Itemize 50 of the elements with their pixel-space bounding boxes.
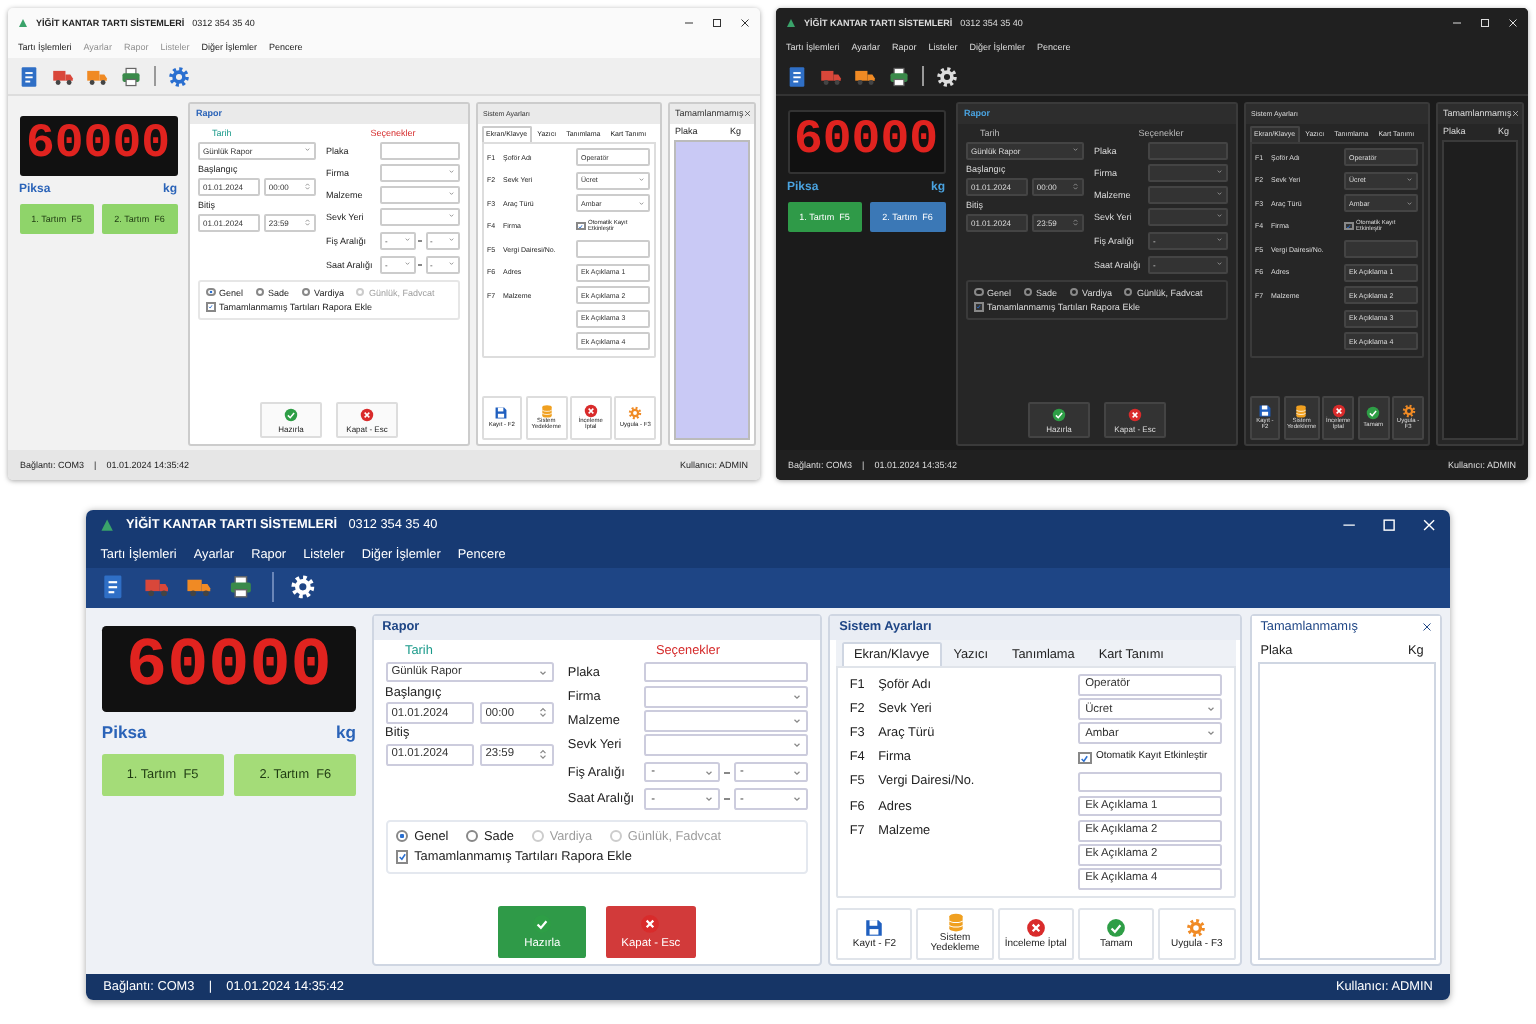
checkbox[interactable] (1344, 221, 1353, 231)
radio-button[interactable] (206, 287, 215, 297)
database-icon (1294, 403, 1309, 418)
app-icon (100, 518, 115, 533)
radio-button[interactable] (465, 829, 479, 843)
radio-button[interactable] (1123, 287, 1133, 297)
x-circle-icon (1331, 403, 1346, 418)
database-icon (539, 403, 554, 418)
radio-button[interactable] (255, 287, 265, 297)
gear-icon (1401, 403, 1416, 418)
truck-icon[interactable] (820, 65, 842, 87)
checkbox[interactable] (974, 302, 983, 312)
truck-icon[interactable] (86, 65, 108, 87)
weight-display: 60000 (19, 115, 177, 175)
database-icon (945, 912, 966, 933)
app-icon (18, 17, 28, 27)
radio-button[interactable] (395, 829, 409, 843)
check-circle-icon (1366, 406, 1381, 421)
gear-icon (1186, 917, 1207, 938)
truck-icon[interactable] (854, 65, 876, 87)
checkbox[interactable] (1078, 751, 1092, 764)
printer-icon[interactable] (228, 574, 255, 600)
text-field[interactable] (1344, 240, 1418, 258)
document-icon[interactable] (100, 574, 127, 600)
x-circle-icon (640, 914, 661, 935)
document-icon[interactable] (786, 65, 808, 87)
radio-button[interactable] (301, 287, 311, 297)
check-circle-icon (1106, 917, 1127, 938)
radio-button[interactable] (974, 287, 983, 297)
truck-icon[interactable] (52, 65, 74, 87)
app-icon (786, 17, 796, 27)
checkbox[interactable] (395, 850, 409, 864)
x-circle-icon (360, 407, 374, 421)
text-field[interactable] (1148, 141, 1228, 159)
checkbox[interactable] (206, 302, 215, 312)
radio-button[interactable] (1023, 287, 1033, 297)
truck-icon[interactable] (186, 574, 212, 600)
scale-label: Piksa (101, 722, 147, 743)
x-circle-icon (1128, 407, 1142, 421)
printer-icon[interactable] (888, 65, 910, 87)
unit-label: kg (336, 722, 356, 743)
x-circle-icon (583, 403, 598, 418)
weight-display: 60000 (787, 109, 945, 173)
x-circle-icon (1025, 917, 1046, 938)
weight-display: 60000 (101, 625, 356, 712)
radio-button[interactable] (1069, 287, 1079, 297)
check-circle-icon (284, 407, 298, 421)
check-circle-icon (1052, 407, 1066, 421)
checkbox[interactable] (576, 221, 585, 231)
gear-icon (628, 406, 643, 421)
